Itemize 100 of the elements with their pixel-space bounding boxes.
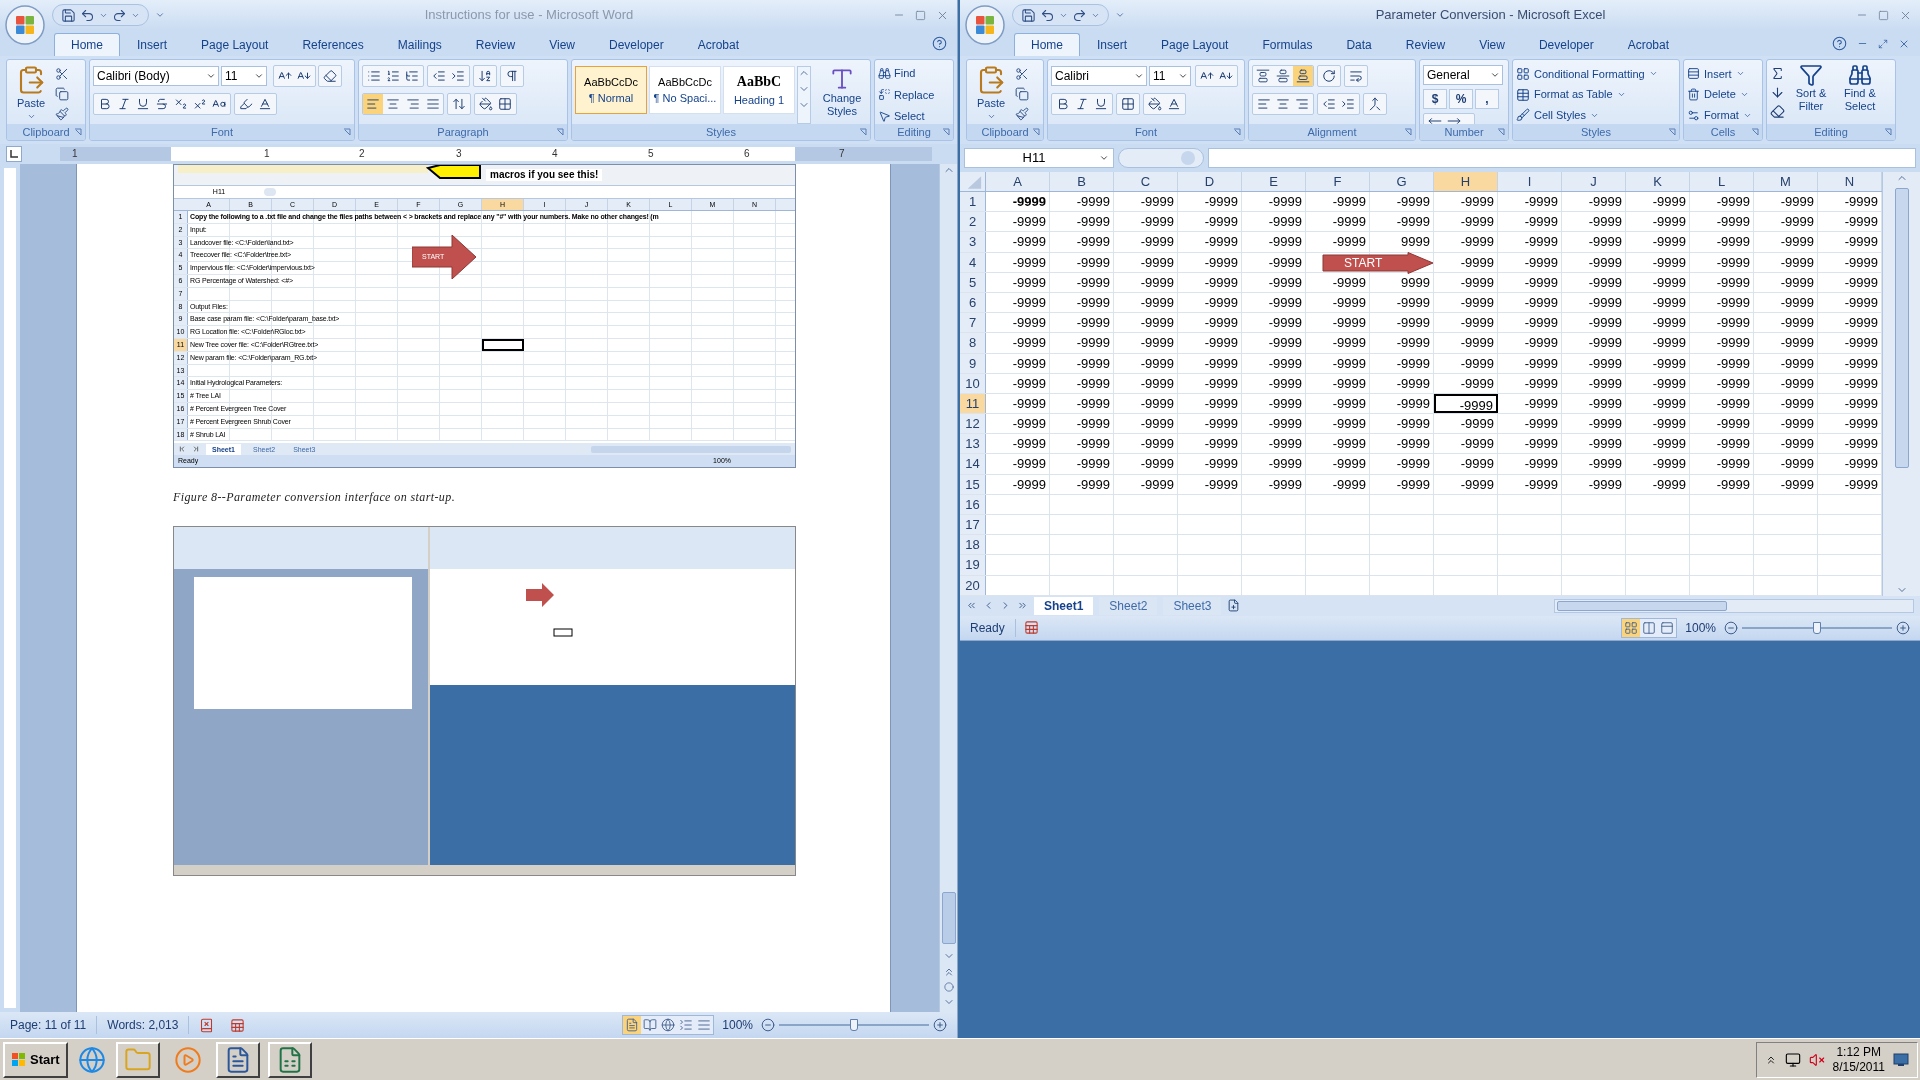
zoom-in-icon[interactable] <box>933 1018 947 1032</box>
row-header[interactable]: 8 <box>960 333 986 353</box>
row-header[interactable]: 6 <box>960 292 986 313</box>
decrease-indent-icon[interactable] <box>1322 97 1336 111</box>
row-header[interactable]: 13 <box>960 434 986 454</box>
cut-icon[interactable] <box>1015 67 1029 81</box>
strikethrough-icon[interactable] <box>155 97 169 111</box>
bullets-icon[interactable] <box>367 69 381 83</box>
dialog-launcher-icon[interactable] <box>1032 128 1040 136</box>
dialog-launcher-icon[interactable] <box>859 128 867 136</box>
find-button[interactable]: Find <box>878 65 935 82</box>
increase-indent-icon[interactable] <box>451 69 465 83</box>
maximize-icon[interactable] <box>1878 9 1889 21</box>
redo-icon[interactable] <box>112 7 127 23</box>
dialog-launcher-icon[interactable] <box>942 128 950 136</box>
bold-icon[interactable] <box>98 97 112 111</box>
column-header[interactable]: B <box>1050 172 1114 191</box>
help-icon[interactable] <box>932 36 947 51</box>
row-header[interactable]: 9 <box>960 353 986 373</box>
number-format-button[interactable]: , <box>1475 89 1499 109</box>
undo-icon[interactable] <box>1040 7 1055 23</box>
zoom-level[interactable]: 100% <box>1685 618 1716 637</box>
font-size-field[interactable]: 11 <box>221 66 267 86</box>
ribbon-tab[interactable]: Home <box>1014 33 1080 56</box>
underline-icon[interactable] <box>136 97 150 111</box>
network-icon[interactable] <box>1784 1051 1801 1068</box>
row-header[interactable]: 3 <box>960 232 986 252</box>
macro-icon[interactable] <box>1023 620 1039 636</box>
column-header[interactable]: C <box>1114 172 1178 191</box>
sheet-tab[interactable]: Sheet2 <box>1099 596 1158 615</box>
clear-formatting-icon[interactable] <box>323 69 337 83</box>
sort-icon[interactable] <box>478 69 492 83</box>
customize-toolbar-icon[interactable] <box>155 10 165 20</box>
customize-toolbar-icon[interactable] <box>1115 10 1125 20</box>
multilevel-list-icon[interactable] <box>405 69 419 83</box>
align-left-icon[interactable] <box>1257 97 1271 111</box>
column-header[interactable]: F <box>1306 172 1370 191</box>
dropdown-caret-icon[interactable] <box>254 71 264 81</box>
insert-sheet-icon[interactable] <box>1227 599 1241 613</box>
row-header[interactable]: 7 <box>960 313 986 333</box>
redo-icon[interactable] <box>1072 7 1087 23</box>
format-painter-icon[interactable] <box>55 107 69 121</box>
copy-icon[interactable] <box>55 87 69 101</box>
zoom-slider[interactable] <box>779 1019 929 1031</box>
page-count[interactable]: Page: 11 of 11 <box>0 1016 98 1034</box>
column-header[interactable]: I <box>1498 172 1562 191</box>
styles-menu-button[interactable]: Format as Table <box>1516 85 1658 104</box>
cells-menu-button[interactable]: Format <box>1687 106 1752 124</box>
ribbon-tab[interactable]: Mailings <box>380 33 459 56</box>
column-header[interactable]: K <box>1626 172 1690 191</box>
ribbon-tab[interactable]: Review <box>458 33 533 56</box>
sum-icon[interactable] <box>1770 66 1785 81</box>
orientation-icon[interactable] <box>1322 69 1336 83</box>
slider-thumb[interactable] <box>850 1019 858 1031</box>
zoom-out-icon[interactable] <box>1724 620 1738 635</box>
font-color-icon[interactable] <box>258 97 272 111</box>
decrease-indent-icon[interactable] <box>432 69 446 83</box>
pilcrow-icon[interactable] <box>505 69 519 83</box>
formula-bar[interactable] <box>1208 148 1916 168</box>
dropdown-caret-icon[interactable] <box>206 71 216 81</box>
shading-icon[interactable] <box>479 97 493 111</box>
horizontal-scrollbar[interactable] <box>591 445 791 453</box>
scroll-thumb[interactable] <box>941 892 956 944</box>
dialog-launcher-icon[interactable] <box>1751 128 1759 136</box>
borders-icon[interactable] <box>498 97 512 111</box>
font-size-field[interactable]: 11 <box>1149 66 1191 86</box>
bottom-align-icon[interactable] <box>1293 66 1313 86</box>
align-left-icon[interactable] <box>363 94 383 114</box>
ribbon-tab[interactable]: Acrobat <box>1610 33 1686 56</box>
row-header[interactable]: 14 <box>960 454 986 474</box>
bold-icon[interactable] <box>1056 97 1070 111</box>
ribbon-tab[interactable]: View <box>1462 33 1522 56</box>
column-header[interactable]: D <box>1178 172 1242 191</box>
slider-thumb[interactable] <box>1813 621 1821 634</box>
dialog-launcher-icon[interactable] <box>1497 128 1505 136</box>
macro-icon[interactable] <box>230 1017 246 1033</box>
ribbon-tab[interactable]: Formulas <box>1245 33 1330 56</box>
subscript-icon[interactable] <box>174 97 188 111</box>
row-header[interactable]: 11 <box>960 393 986 414</box>
fill-color-icon[interactable] <box>1148 97 1162 111</box>
column-header[interactable]: E <box>1242 172 1306 191</box>
zoom-level[interactable]: 100% <box>722 1016 753 1034</box>
ribbon-tab[interactable]: Page Layout <box>1144 33 1246 56</box>
clock-time[interactable]: 1:12 PM <box>1836 1044 1882 1060</box>
reading-layout-icon[interactable] <box>641 1016 660 1034</box>
borders-icon[interactable] <box>1121 97 1135 111</box>
dialog-launcher-icon[interactable] <box>343 128 351 136</box>
italic-icon[interactable] <box>1075 97 1089 111</box>
web-layout-icon[interactable] <box>659 1016 678 1034</box>
zoom-slider[interactable] <box>1742 621 1892 634</box>
styles-menu-button[interactable]: Cell Styles <box>1516 106 1658 124</box>
active-cell[interactable]: -9999 <box>1434 393 1498 414</box>
dialog-launcher-icon[interactable] <box>556 128 564 136</box>
row-header[interactable]: 10 <box>960 373 986 393</box>
draft-icon[interactable] <box>695 1016 714 1034</box>
styles-menu-button[interactable]: Conditional Formatting <box>1516 65 1658 83</box>
font-family-field[interactable]: Calibri <box>1051 66 1147 86</box>
copy-icon[interactable] <box>1015 87 1029 101</box>
row-header[interactable]: 2 <box>960 212 986 232</box>
row-header[interactable]: 16 <box>960 494 986 514</box>
